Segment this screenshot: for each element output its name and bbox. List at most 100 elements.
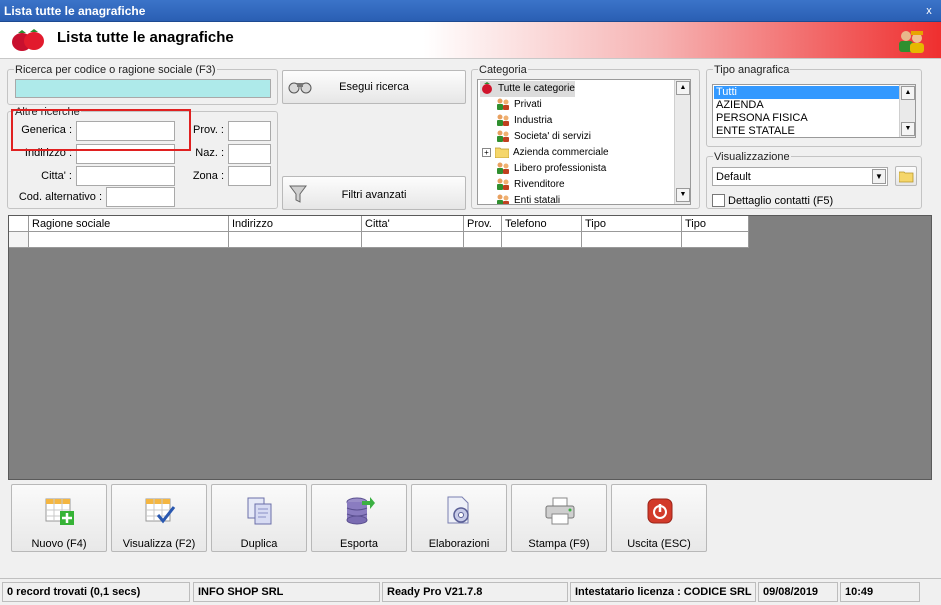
- column-header[interactable]: Indirizzo: [229, 216, 362, 232]
- table-cell[interactable]: [682, 232, 749, 248]
- advanced-filters-button[interactable]: Filtri avanzati: [282, 176, 466, 210]
- open-folder-button[interactable]: [895, 166, 917, 186]
- category-item[interactable]: Industria: [496, 113, 552, 129]
- folder-icon: [899, 171, 914, 183]
- grid-header: Ragione sociale Indirizzo Citta' Prov. T…: [9, 216, 749, 232]
- column-header[interactable]: Telefono: [502, 216, 582, 232]
- category-item[interactable]: Rivenditore: [496, 177, 565, 193]
- results-grid[interactable]: Ragione sociale Indirizzo Citta' Prov. T…: [8, 215, 932, 480]
- chevron-down-icon[interactable]: ▼: [872, 169, 886, 184]
- uscita-button[interactable]: Uscita (ESC): [611, 484, 707, 552]
- visualizza-label: Visualizza (F2): [122, 538, 196, 550]
- column-header[interactable]: Ragione sociale: [29, 216, 229, 232]
- table-cell[interactable]: [582, 232, 682, 248]
- visualizzazione-label: Visualizzazione: [713, 151, 791, 163]
- category-item[interactable]: Enti statali: [496, 193, 561, 205]
- scroll-down-icon[interactable]: ▼: [676, 188, 690, 202]
- tipo-scrollbar[interactable]: ▲ ▼: [899, 85, 915, 137]
- status-license: Intestatario licenza : CODICE SRL: [570, 582, 756, 602]
- export-database-icon: [346, 497, 375, 525]
- scroll-up-icon[interactable]: ▲: [901, 86, 915, 100]
- table-cell[interactable]: [362, 232, 464, 248]
- categoria-label: Categoria: [478, 64, 528, 76]
- elaborazioni-label: Elaborazioni: [428, 538, 490, 550]
- tipo-item[interactable]: ENTE STATALE: [714, 125, 899, 137]
- column-header[interactable]: Tipo: [682, 216, 749, 232]
- status-time: 10:49: [840, 582, 920, 602]
- printer-icon: [545, 497, 575, 525]
- nuovo-button[interactable]: Nuovo (F4): [11, 484, 107, 552]
- column-header[interactable]: Prov.: [464, 216, 502, 232]
- table-row[interactable]: [9, 232, 749, 248]
- folder-icon: [495, 148, 509, 159]
- esporta-button[interactable]: Esporta: [311, 484, 407, 552]
- prov-input[interactable]: [228, 121, 271, 141]
- status-bar: 0 record trovati (0,1 secs) INFO SHOP SR…: [0, 578, 941, 605]
- highlight-box: [11, 109, 191, 151]
- table-cell[interactable]: [29, 232, 229, 248]
- table-cell[interactable]: [229, 232, 362, 248]
- category-item[interactable]: Privati: [496, 97, 542, 113]
- people-icon: [497, 130, 509, 143]
- stampa-label: Stampa (F9): [528, 538, 590, 550]
- citta-input[interactable]: [76, 166, 175, 186]
- new-record-icon: [45, 498, 74, 525]
- search-button[interactable]: Esegui ricerca: [282, 70, 466, 104]
- duplica-button[interactable]: Duplica: [211, 484, 307, 552]
- contacts-checkbox-label: Dettaglio contatti (F5): [728, 195, 834, 207]
- column-header[interactable]: Tipo: [582, 216, 682, 232]
- categoria-tree[interactable]: Tutte le categorie Privati Industria Soc…: [477, 79, 691, 205]
- category-label: Libero professionista: [514, 163, 607, 174]
- tipo-item-selected[interactable]: Tutti: [714, 86, 899, 99]
- status-records: 0 record trovati (0,1 secs): [2, 582, 190, 602]
- tipo-list[interactable]: Tutti AZIENDA PERSONA FISICA ENTE STATAL…: [712, 84, 916, 138]
- categoria-scrollbar[interactable]: ▲ ▼: [674, 80, 690, 204]
- duplicate-icon: [247, 497, 272, 525]
- search-group-label: Ricerca per codice o ragione sociale (F3…: [14, 64, 217, 76]
- strawberry-icon: [482, 82, 492, 95]
- column-header[interactable]: Citta': [362, 216, 464, 232]
- processing-icon: [447, 496, 469, 524]
- contacts-people-icon: [899, 31, 924, 53]
- category-item[interactable]: + Azienda commerciale: [482, 145, 609, 161]
- cod-alternativo-input[interactable]: [106, 187, 175, 207]
- table-cell[interactable]: [502, 232, 582, 248]
- close-icon[interactable]: x: [923, 5, 935, 17]
- tipo-item[interactable]: AZIENDA: [714, 99, 899, 112]
- visualizzazione-value: Default: [716, 171, 751, 183]
- category-label: Enti statali: [514, 195, 561, 205]
- elaborazioni-button[interactable]: Elaborazioni: [411, 484, 507, 552]
- people-icon: [497, 194, 509, 204]
- visualizza-button[interactable]: Visualizza (F2): [111, 484, 207, 552]
- expand-icon[interactable]: +: [482, 147, 491, 157]
- status-company: INFO SHOP SRL: [193, 582, 380, 602]
- category-label: Privati: [514, 99, 542, 110]
- stampa-button[interactable]: Stampa (F9): [511, 484, 607, 552]
- scroll-up-icon[interactable]: ▲: [676, 81, 690, 95]
- zona-input[interactable]: [228, 166, 271, 186]
- category-item[interactable]: Libero professionista: [496, 161, 606, 177]
- esporta-label: Esporta: [340, 538, 378, 550]
- uscita-label: Uscita (ESC): [627, 538, 691, 550]
- tipo-item[interactable]: PERSONA FISICA: [714, 112, 899, 125]
- category-item[interactable]: Tutte le categorie: [480, 81, 575, 97]
- scroll-down-icon[interactable]: ▼: [901, 122, 915, 136]
- table-cell[interactable]: [464, 232, 502, 248]
- visualizzazione-select[interactable]: Default ▼: [712, 167, 888, 186]
- tipo-label: Tipo anagrafica: [713, 64, 791, 76]
- search-input[interactable]: [15, 79, 271, 98]
- contacts-checkbox[interactable]: [712, 194, 725, 207]
- category-label: Tutte le categorie: [498, 83, 575, 94]
- grid-indicator-header: [9, 216, 29, 232]
- category-label: Azienda commerciale: [513, 147, 609, 158]
- row-indicator: [9, 232, 29, 248]
- search-button-label: Esegui ricerca: [339, 81, 409, 93]
- category-label: Societa' di servizi: [514, 131, 591, 142]
- view-record-icon: [145, 498, 176, 524]
- prov-label: Prov. :: [193, 124, 224, 136]
- category-label: Rivenditore: [514, 179, 565, 190]
- naz-input[interactable]: [228, 144, 271, 164]
- people-icon: [497, 114, 509, 127]
- category-item[interactable]: Societa' di servizi: [496, 129, 591, 145]
- window-title: Lista tutte le anagrafiche: [4, 4, 146, 18]
